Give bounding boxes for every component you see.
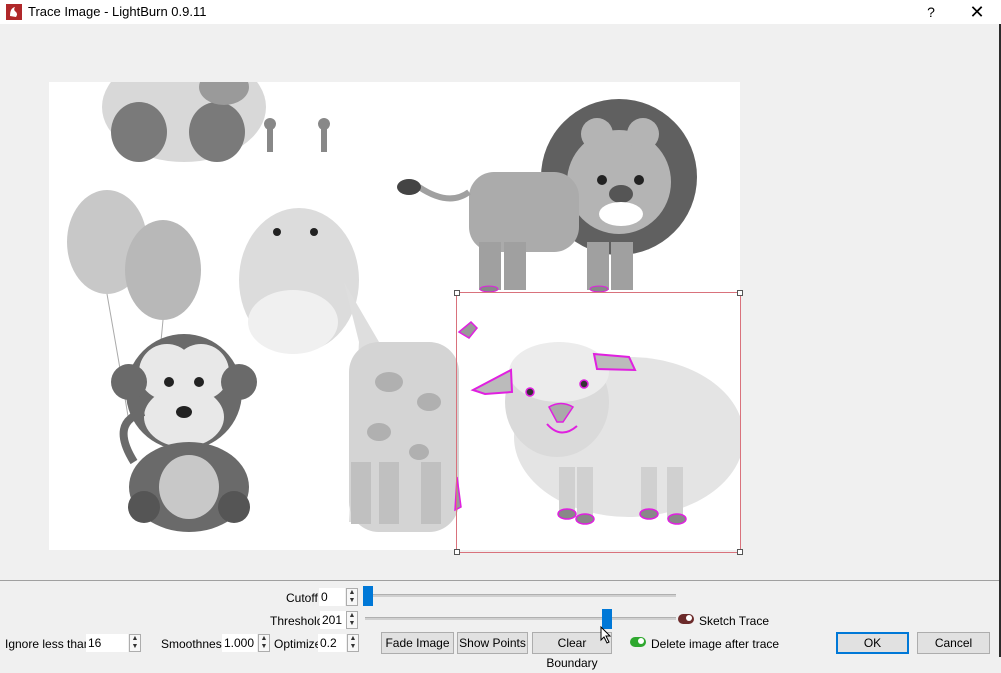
smoothness-spinner[interactable]: ▲ ▼ bbox=[258, 634, 270, 652]
ok-button[interactable]: OK bbox=[836, 632, 909, 654]
optimize-spinner[interactable]: ▲ ▼ bbox=[347, 634, 359, 652]
optimize-input[interactable]: 0.2 bbox=[318, 634, 346, 652]
title-bar: Trace Image - LightBurn 0.9.11 ? ✕ bbox=[0, 0, 1001, 24]
fade-image-button[interactable]: Fade Image bbox=[381, 632, 454, 654]
cutoff-input[interactable]: 0 bbox=[319, 588, 345, 606]
boundary-handle-bl[interactable] bbox=[454, 549, 460, 555]
smoothness-input[interactable]: 1.000 bbox=[222, 634, 257, 652]
cutoff-slider-track[interactable] bbox=[365, 594, 676, 597]
cutoff-slider-thumb[interactable] bbox=[363, 586, 373, 606]
boundary-handle-tr[interactable] bbox=[737, 290, 743, 296]
smoothness-label: Smoothness bbox=[161, 637, 228, 651]
sketch-trace-label: Sketch Trace bbox=[699, 614, 770, 628]
cancel-button[interactable]: Cancel bbox=[917, 632, 990, 654]
threshold-spinner[interactable]: ▲ ▼ bbox=[346, 611, 358, 629]
boundary-handle-br[interactable] bbox=[737, 549, 743, 555]
threshold-input[interactable]: 201 bbox=[320, 611, 346, 629]
mouse-cursor-icon bbox=[600, 626, 612, 644]
delete-after-trace-label: Delete image after trace bbox=[651, 637, 780, 651]
threshold-slider-track[interactable] bbox=[365, 617, 676, 620]
lightburn-logo-icon bbox=[6, 4, 22, 20]
trace-boundary[interactable] bbox=[454, 290, 743, 555]
window-title: Trace Image - LightBurn 0.9.11 bbox=[28, 4, 207, 19]
show-points-button[interactable]: Show Points bbox=[457, 632, 528, 654]
ignore-less-than-spinner[interactable]: ▲ ▼ bbox=[129, 634, 141, 652]
delete-after-trace-toggle[interactable] bbox=[630, 637, 646, 647]
help-button[interactable]: ? bbox=[918, 0, 944, 24]
divider bbox=[0, 580, 999, 581]
ignore-less-than-input[interactable]: 16 bbox=[86, 634, 128, 652]
cutoff-spinner[interactable]: ▲ ▼ bbox=[346, 588, 358, 606]
cutoff-label: Cutoff bbox=[286, 591, 318, 605]
sketch-trace-toggle[interactable] bbox=[678, 614, 694, 624]
optimize-label: Optimize bbox=[274, 637, 322, 651]
threshold-label: Threshold bbox=[270, 614, 324, 628]
ignore-less-than-label: Ignore less than bbox=[5, 637, 91, 651]
close-button[interactable]: ✕ bbox=[962, 0, 992, 24]
boundary-handle-tl[interactable] bbox=[454, 290, 460, 296]
